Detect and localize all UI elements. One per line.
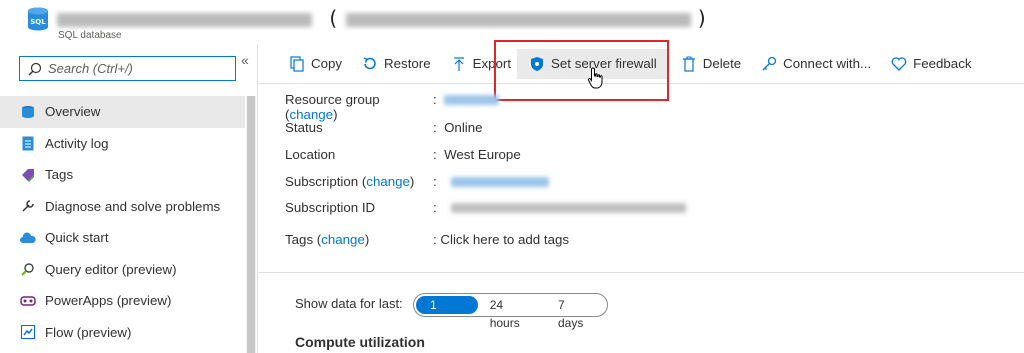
wrench-icon xyxy=(20,198,36,214)
sidebar-item-activity-log[interactable]: Activity log xyxy=(0,128,245,160)
connect-label: Connect with... xyxy=(783,56,872,71)
flow-icon xyxy=(20,324,36,340)
resource-group-key: Resource group (change) xyxy=(285,92,380,122)
sidebar-item-flow[interactable]: Flow (preview) xyxy=(0,317,245,349)
location-row: Location : West Europe xyxy=(285,147,521,162)
subscription-id-row: Subscription ID : xyxy=(285,200,687,215)
svg-text:SQL: SQL xyxy=(30,18,46,26)
subscription-id-label: Subscription ID xyxy=(285,200,376,215)
feedback-button[interactable]: Feedback xyxy=(885,49,977,79)
sidebar-nav: Overview Activity log Tags Diagnose and … xyxy=(0,96,245,348)
cloud-icon xyxy=(20,230,36,246)
status-value-wrap: : Online xyxy=(433,120,483,135)
colon: : xyxy=(433,147,437,162)
key-icon xyxy=(762,56,777,70)
activity-log-icon xyxy=(20,135,36,151)
restore-icon xyxy=(363,56,376,69)
connect-with-button[interactable]: Connect with... xyxy=(755,49,877,79)
colon: : xyxy=(433,92,437,107)
add-tags-link[interactable]: : Click here to add tags xyxy=(433,232,569,247)
sidebar-item-label: Tags xyxy=(45,167,74,183)
restore-label: Restore xyxy=(384,56,431,71)
colon: : xyxy=(433,232,437,247)
sql-database-icon xyxy=(20,104,36,120)
sidebar: Search (Ctrl+/) « Overview Activity log … xyxy=(0,44,258,353)
highlight-annotation xyxy=(494,40,669,101)
delete-label: Delete xyxy=(702,56,742,71)
export-icon xyxy=(453,56,464,71)
copy-icon xyxy=(290,55,304,72)
sql-database-icon: SQL xyxy=(28,7,48,31)
status-label: Status xyxy=(285,120,323,135)
time-option-7-days[interactable]: 7 days xyxy=(548,296,603,330)
subscription-label: Subscription xyxy=(285,174,359,189)
status-row: Status : Online xyxy=(285,120,483,135)
page-header: SQL ( ) SQL database xyxy=(0,0,1024,44)
tags-row: Tags (change) : Click here to add tags xyxy=(285,232,569,247)
powerapps-icon xyxy=(20,293,36,309)
add-tags-label: Click here to add tags xyxy=(440,232,570,247)
sidebar-item-overview[interactable]: Overview xyxy=(0,96,245,128)
search-icon xyxy=(28,62,42,75)
search-placeholder: Search (Ctrl+/) xyxy=(48,61,133,76)
tags-label: Tags xyxy=(285,232,314,247)
status-value: Online xyxy=(444,120,483,135)
sidebar-item-diagnose[interactable]: Diagnose and solve problems xyxy=(0,191,245,223)
heart-icon xyxy=(891,56,907,71)
time-range-selector: 1 hour 24 hours 7 days xyxy=(413,293,608,330)
feedback-label: Feedback xyxy=(913,56,972,71)
copy-label: Copy xyxy=(311,56,343,71)
subscription-key: Subscription (change) xyxy=(285,174,415,189)
sidebar-item-tags[interactable]: Tags xyxy=(0,159,245,191)
delete-button[interactable]: Delete xyxy=(675,49,747,79)
time-option-24-hours[interactable]: 24 hours xyxy=(480,296,546,330)
copy-button[interactable]: Copy xyxy=(283,49,348,79)
subscription-value: : xyxy=(433,174,550,189)
sidebar-item-label: Quick start xyxy=(45,230,109,246)
show-data-label: Show data for last: xyxy=(295,296,403,311)
resource-group-row: Resource group (change) : xyxy=(285,92,500,122)
page-title: ( ) xyxy=(57,6,707,30)
tags-change-link[interactable]: change xyxy=(321,232,365,247)
sidebar-item-label: Flow (preview) xyxy=(45,324,132,340)
colon: : xyxy=(433,200,437,215)
scrollbar-thumb[interactable] xyxy=(247,96,255,353)
search-input[interactable]: Search (Ctrl+/) xyxy=(19,56,236,81)
colon: : xyxy=(433,120,437,135)
location-value-wrap: : West Europe xyxy=(433,147,521,162)
collapse-sidebar-button[interactable]: « xyxy=(241,52,249,68)
tags-key: Tags (change) xyxy=(285,232,370,247)
resource-group-label: Resource group xyxy=(285,92,380,107)
query-editor-icon xyxy=(20,261,36,277)
page-subtitle: SQL database xyxy=(58,30,122,41)
time-option-1-hour[interactable]: 1 hour xyxy=(416,296,478,330)
resource-group-value: : xyxy=(433,92,500,122)
tag-icon xyxy=(20,167,36,183)
colon: : xyxy=(433,174,437,189)
sidebar-item-quick-start[interactable]: Quick start xyxy=(0,222,245,254)
sidebar-item-powerapps[interactable]: PowerApps (preview) xyxy=(0,285,245,317)
location-label: Location xyxy=(285,147,336,162)
compute-utilization-title: Compute utilization xyxy=(295,334,425,350)
subscription-change-link[interactable]: change xyxy=(366,174,410,189)
subscription-id-value: : xyxy=(433,200,687,215)
sidebar-item-label: Overview xyxy=(45,104,101,120)
location-value: West Europe xyxy=(444,147,521,162)
sidebar-item-query-editor[interactable]: Query editor (preview) xyxy=(0,254,245,286)
subscription-row: Subscription (change) : xyxy=(285,174,550,189)
section-divider xyxy=(259,272,1024,273)
trash-icon xyxy=(682,56,695,72)
sidebar-item-label: PowerApps (preview) xyxy=(45,293,172,309)
sidebar-item-label: Diagnose and solve problems xyxy=(45,198,221,214)
sidebar-item-label: Activity log xyxy=(45,135,109,151)
hand-cursor-icon xyxy=(587,67,603,89)
sidebar-scrollbar[interactable] xyxy=(246,96,256,353)
restore-button[interactable]: Restore xyxy=(356,49,437,79)
sidebar-item-label: Query editor (preview) xyxy=(45,261,177,277)
